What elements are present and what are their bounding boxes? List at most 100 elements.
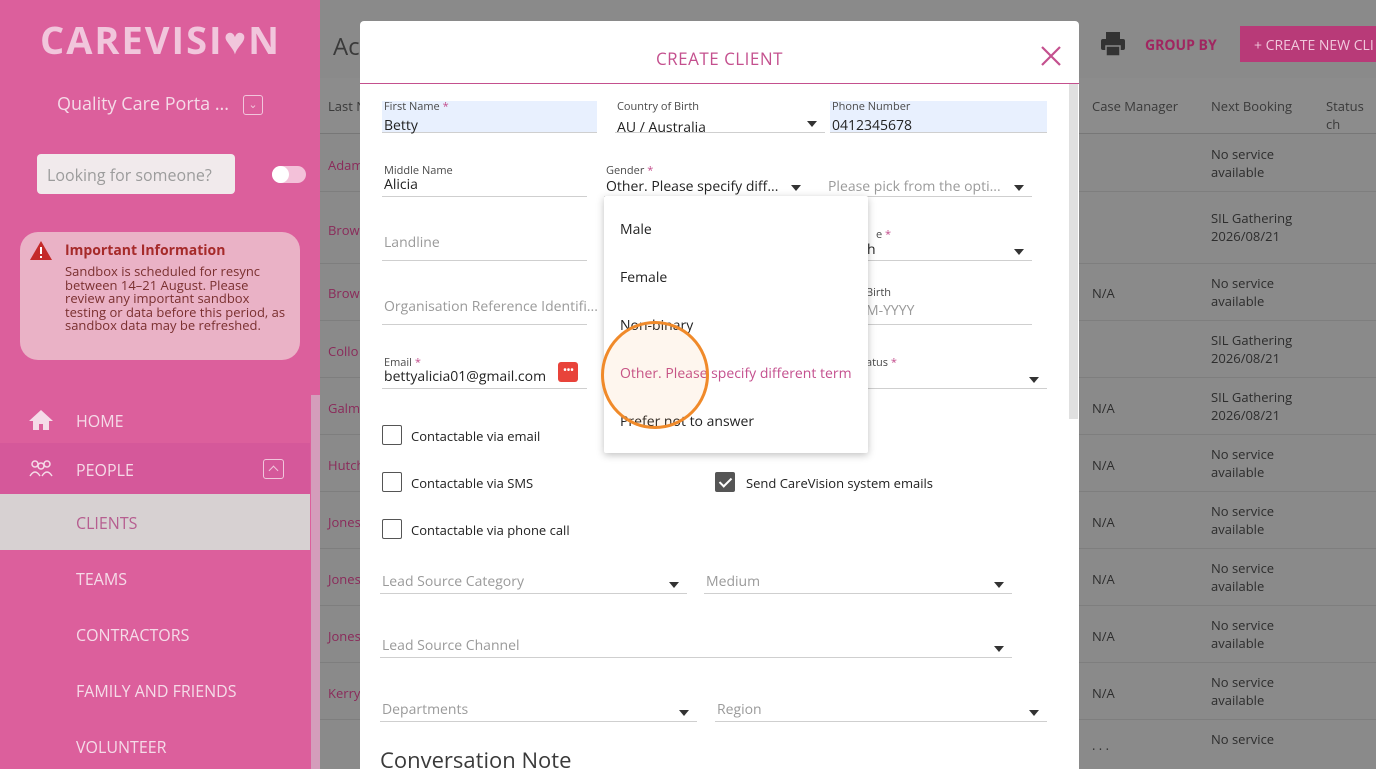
row-name[interactable]: Brow — [328, 284, 360, 302]
row-name[interactable]: Adam — [328, 156, 363, 174]
landline-placeholder: Landline — [384, 233, 440, 252]
caret-down-icon — [669, 582, 679, 588]
gender-label: Gender * — [606, 163, 653, 178]
row-next-booking: SIL Gathering 2026/08/21 — [1211, 331, 1293, 367]
row-next-booking: No service available — [1211, 274, 1275, 310]
country-of-birth-select[interactable]: Country of Birth AU / Australia — [615, 99, 825, 137]
row-case-manager: N/A — [1092, 456, 1115, 474]
close-icon[interactable] — [1040, 45, 1062, 67]
chevron-up-icon[interactable] — [263, 459, 284, 479]
warning-icon — [30, 241, 52, 260]
nav-teams-label: TEAMS — [76, 568, 127, 590]
country-label: Country of Birth — [617, 99, 700, 114]
required-mark: * — [885, 227, 892, 242]
dialog-divider — [360, 83, 1079, 84]
search-input[interactable]: Looking for someone? — [37, 154, 235, 194]
caret-down-icon — [679, 710, 689, 716]
first-name-value: Betty — [384, 116, 418, 135]
column-header-case-manager[interactable]: Case Manager — [1092, 97, 1178, 115]
nav-family-friends[interactable]: FAMILY AND FRIENDS — [0, 662, 310, 718]
lead-source-channel-select[interactable]: Lead Source Channel — [380, 626, 1012, 658]
nav-contractors-label: CONTRACTORS — [76, 624, 190, 646]
row-next-booking: No service available — [1211, 616, 1275, 652]
nav-clients[interactable]: CLIENTS — [0, 494, 310, 550]
required-mark: * — [442, 99, 449, 114]
row-next-booking: No service available — [1211, 145, 1275, 181]
column-header-status[interactable]: Status ch — [1326, 97, 1376, 133]
chevron-down-icon[interactable]: ⌄ — [243, 95, 263, 115]
row-next-booking: No service available — [1211, 502, 1275, 538]
status-label: atus * — [866, 355, 897, 370]
portal-selector-label[interactable]: Quality Care Porta ... — [57, 92, 229, 116]
carevision-logo: CAREVISI♥N — [40, 14, 282, 66]
row-name[interactable]: Jones — [328, 570, 361, 588]
language-label: e * — [876, 227, 891, 242]
row-next-booking: No service available — [1211, 445, 1275, 481]
gender-select[interactable]: Gender * Other. Please specify diff... — [604, 163, 809, 197]
search-toggle[interactable] — [272, 166, 306, 183]
row-case-manager: N/A — [1092, 513, 1115, 531]
gender-option-female[interactable]: Female — [620, 268, 667, 287]
status-label-text: atus — [866, 355, 889, 370]
contactable-phone-label: Contactable via phone call — [411, 521, 570, 539]
lead-source-channel-placeholder: Lead Source Channel — [382, 636, 520, 655]
row-name[interactable]: Jones — [328, 627, 361, 645]
printer-icon[interactable] — [1099, 30, 1127, 58]
nav-people[interactable]: PEOPLE — [0, 443, 310, 495]
medium-select[interactable]: Medium — [704, 562, 1012, 594]
row-name[interactable]: Brow — [328, 221, 360, 239]
first-name-field[interactable]: First Name * Betty — [382, 99, 597, 135]
first-name-label: First Name * — [384, 99, 449, 114]
row-name[interactable]: Kerry — [328, 684, 360, 702]
org-reference-field[interactable]: Organisation Reference Identifi... — [382, 293, 598, 325]
contactable-phone-checkbox[interactable] — [382, 519, 402, 539]
row-next-booking: No service available — [1211, 559, 1275, 595]
row-next-booking: SIL Gathering 2026/08/21 — [1211, 388, 1293, 424]
row-case-manager: . . . — [1092, 736, 1109, 754]
row-case-manager: N/A — [1092, 399, 1115, 417]
create-new-client-button[interactable]: + CREATE NEW CLI — [1240, 26, 1376, 62]
org-reference-placeholder: Organisation Reference Identifi... — [384, 297, 598, 316]
conversation-note-heading: Conversation Note — [380, 745, 572, 775]
dialog-scrollbar[interactable] — [1069, 84, 1078, 419]
contactable-sms-checkbox[interactable] — [382, 472, 402, 492]
group-by-button[interactable]: GROUP BY — [1145, 36, 1217, 55]
row-name[interactable]: Hutch — [328, 456, 364, 474]
row-name[interactable]: Collo — [328, 342, 358, 360]
row-next-booking: SIL Gathering 2026/08/21 — [1211, 209, 1293, 245]
sidebar-scrollbar[interactable] — [311, 395, 320, 769]
phone-label: Phone Number — [832, 99, 911, 114]
caret-down-icon — [994, 582, 1004, 588]
nav-contractors[interactable]: CONTRACTORS — [0, 606, 310, 662]
middle-name-field[interactable]: Middle Name Alicia — [382, 163, 587, 197]
nav-volunteer[interactable]: VOLUNTEER — [0, 718, 310, 774]
departments-select[interactable]: Departments — [380, 690, 697, 722]
system-emails-label: Send CareVision system emails — [746, 474, 934, 492]
row-name[interactable]: Jones — [328, 513, 361, 531]
password-manager-icon[interactable]: ••• — [558, 362, 578, 382]
caret-down-icon — [1014, 249, 1024, 255]
row-name[interactable]: Galm — [328, 399, 360, 417]
region-placeholder: Region — [717, 700, 762, 719]
column-header-next-booking[interactable]: Next Booking — [1211, 97, 1292, 115]
page-title: Ac — [333, 30, 360, 63]
system-emails-checkbox[interactable] — [715, 472, 735, 492]
phone-number-field[interactable]: Phone Number 0412345678 — [830, 99, 1047, 135]
dialog-title: CREATE CLIENT — [655, 47, 784, 70]
info-title: Important Information — [65, 241, 226, 260]
landline-field[interactable]: Landline — [382, 229, 587, 261]
contactable-email-checkbox[interactable] — [382, 425, 402, 445]
nav-teams[interactable]: TEAMS — [0, 550, 310, 606]
caret-down-icon — [994, 646, 1004, 652]
nav-home[interactable]: HOME — [0, 394, 310, 446]
gender-other-select[interactable]: Please pick from the opti... — [826, 165, 1032, 197]
gender-option-male[interactable]: Male — [620, 220, 652, 239]
region-select[interactable]: Region — [715, 690, 1047, 722]
email-field[interactable]: Email * bettyalicia01@gmail.com — [382, 355, 587, 389]
lead-source-category-select[interactable]: Lead Source Category — [380, 562, 687, 594]
email-value: bettyalicia01@gmail.com — [384, 367, 547, 386]
required-mark: * — [890, 355, 897, 370]
first-name-label-text: First Name — [384, 99, 440, 114]
nav-people-label: PEOPLE — [76, 459, 134, 481]
nav-clients-label: CLIENTS — [76, 512, 138, 534]
